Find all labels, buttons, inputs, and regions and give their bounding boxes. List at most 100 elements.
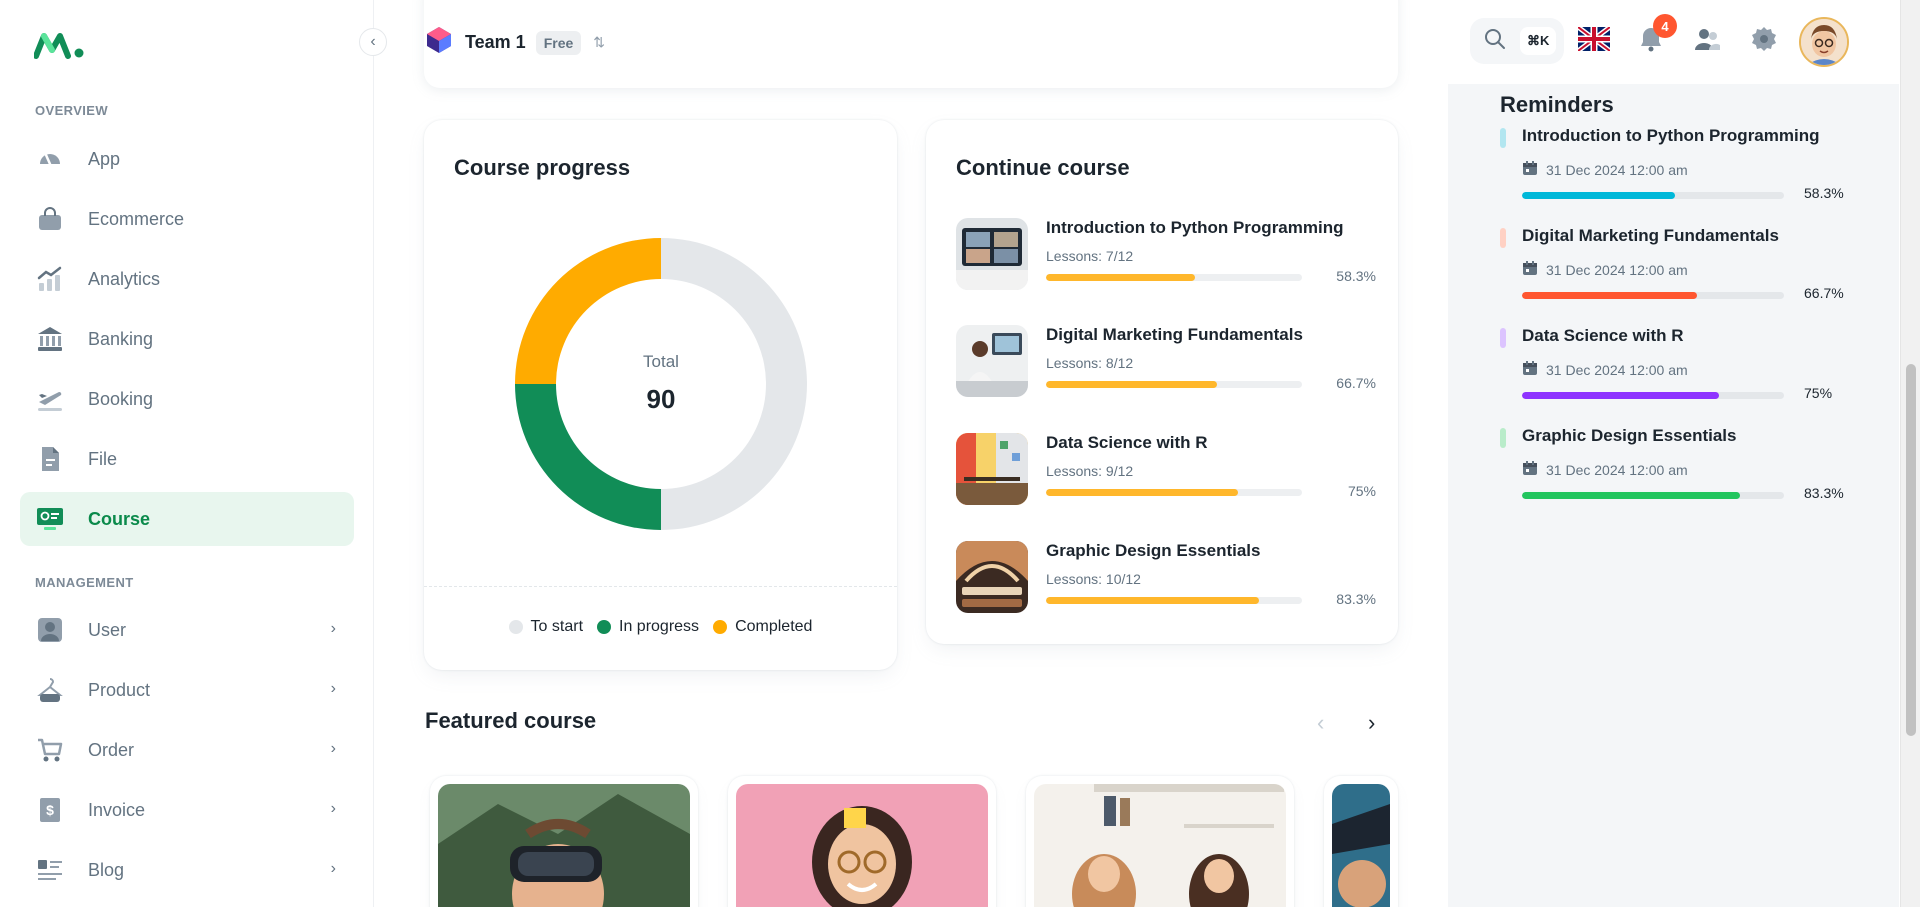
nav-item-booking[interactable]: Booking [20, 372, 354, 426]
calendar-icon [1522, 360, 1538, 379]
chevron-left-icon: ‹ [1317, 710, 1325, 735]
reminder-date-text: 31 Dec 2024 12:00 am [1546, 361, 1688, 378]
course-progress-bar [1046, 597, 1302, 604]
nav-item-user[interactable]: User › [20, 603, 354, 657]
donut-center: Total 90 [561, 352, 761, 415]
page-scrollbar[interactable] [1900, 0, 1920, 907]
reminder-title: Graphic Design Essentials [1522, 426, 1737, 445]
reminder-date-text: 31 Dec 2024 12:00 am [1546, 161, 1688, 178]
featured-course-title: Featured course [425, 708, 597, 733]
calendar-icon [1522, 260, 1538, 279]
reminder-progress-bar [1522, 292, 1784, 299]
chevron-up-down-icon: ⇅ [593, 34, 606, 50]
reminder-item[interactable]: Introduction to Python Programming 31 Dec… [1500, 126, 1860, 216]
nav-item-invoice[interactable]: $ Invoice › [20, 783, 354, 837]
app-logo[interactable] [34, 30, 86, 60]
featured-course-image [736, 784, 988, 907]
featured-course-image [1332, 784, 1390, 907]
continue-course-title: Continue course [956, 155, 1130, 180]
course-list-item[interactable]: Digital Marketing Fundamentals Lessons: … [956, 325, 1376, 397]
legend-label: In progress [619, 618, 700, 635]
course-lessons: Lessons: 7/12 [1046, 248, 1134, 264]
chevron-right-icon: › [330, 860, 336, 877]
nav-label: Banking [88, 328, 154, 349]
reminders-panel: Reminders Introduction to Python Program… [1448, 84, 1899, 907]
reminder-item[interactable]: Graphic Design Essentials 31 Dec 2024 12:… [1500, 426, 1860, 516]
notification-count-badge: 4 [1653, 14, 1677, 38]
cart-icon [36, 736, 64, 764]
nav-item-analytics[interactable]: Analytics [20, 252, 354, 306]
nav-label: File [88, 448, 118, 469]
airplane-icon [36, 385, 64, 413]
invoice-icon: $ [36, 796, 64, 824]
course-lessons: Lessons: 9/12 [1046, 463, 1134, 479]
overview-subheader: OVERVIEW [35, 103, 109, 118]
reminder-date: 31 Dec 2024 12:00 am [1522, 160, 1688, 179]
legend-item-to-start: To start [508, 618, 583, 636]
reminder-color-mark [1500, 428, 1506, 448]
legend-dot [508, 620, 523, 634]
nav-label: Ecommerce [88, 208, 185, 229]
nav-label: Blog [88, 859, 125, 880]
uk-flag-icon [1576, 24, 1612, 56]
settings-button[interactable] [1747, 24, 1781, 58]
reminder-title: Digital Marketing Fundamentals [1522, 226, 1779, 245]
reminder-date: 31 Dec 2024 12:00 am [1522, 360, 1688, 379]
nav-item-order[interactable]: Order › [20, 723, 354, 777]
course-title: Data Science with R [1046, 433, 1208, 452]
course-list-item[interactable]: Graphic Design Essentials Lessons: 10/12… [956, 541, 1376, 613]
reminder-progress-fill [1522, 492, 1741, 499]
featured-course-card[interactable] [1324, 776, 1398, 907]
nav-item-course[interactable]: Course [20, 492, 354, 546]
featured-course-card[interactable] [728, 776, 996, 907]
dashboard-gauge-icon [36, 145, 64, 173]
nav-item-ecommerce[interactable]: Ecommerce [20, 192, 354, 246]
course-list-item[interactable]: Introduction to Python Programming Lesso… [956, 218, 1376, 290]
team-switcher[interactable]: Team 1 Free ⇅ [425, 26, 605, 59]
chevron-right-icon: › [330, 620, 336, 637]
search-icon [1484, 28, 1506, 55]
nav-item-file[interactable]: File [20, 432, 354, 486]
reminder-progress-percent: 58.3% [1804, 185, 1844, 201]
donut-total-label: Total [643, 352, 679, 371]
featured-course-card[interactable] [430, 776, 698, 907]
calendar-icon [1522, 160, 1538, 179]
featured-course-image [438, 784, 690, 907]
carousel-prev-button[interactable]: ‹ [1317, 710, 1324, 736]
contacts-icon [1693, 26, 1721, 57]
user-avatar[interactable] [1799, 17, 1849, 67]
reminder-item[interactable]: Digital Marketing Fundamentals 31 Dec 202… [1500, 226, 1860, 316]
reminder-progress-percent: 75% [1804, 385, 1833, 401]
language-button[interactable] [1576, 24, 1612, 58]
course-progress-bar [1046, 489, 1302, 496]
reminder-color-mark [1500, 228, 1506, 248]
reminder-date: 31 Dec 2024 12:00 am [1522, 460, 1688, 479]
legend-dot [597, 620, 612, 634]
reminder-color-mark [1500, 128, 1506, 148]
scrollbar-thumb[interactable] [1906, 364, 1916, 736]
course-list-item[interactable]: Data Science with R Lessons: 9/12 75% [956, 433, 1376, 505]
course-progress-title: Course progress [454, 155, 631, 180]
carousel-next-button[interactable]: › [1368, 710, 1375, 736]
contacts-button[interactable] [1690, 24, 1724, 58]
nav-item-product[interactable]: Product › [20, 663, 354, 717]
course-thumbnail [956, 541, 1028, 613]
nav-item-banking[interactable]: Banking [20, 312, 354, 366]
collapse-sidebar-button[interactable]: ‹ [359, 28, 387, 56]
search-button[interactable]: ⌘K [1470, 18, 1564, 64]
featured-course-image [1034, 784, 1286, 907]
nav-item-app[interactable]: App [20, 132, 354, 186]
gear-icon [1751, 26, 1777, 57]
sidebar: OVERVIEW App Ecommerce Analytics Banking… [0, 0, 374, 907]
reminder-date: 31 Dec 2024 12:00 am [1522, 260, 1688, 279]
nav-item-blog[interactable]: Blog › [20, 843, 354, 897]
chevron-right-icon: › [330, 800, 336, 817]
course-progress-percent: 83.3% [1336, 591, 1376, 607]
management-subheader: MANAGEMENT [35, 575, 134, 590]
legend-label: Completed [735, 618, 813, 635]
featured-course-card[interactable] [1026, 776, 1294, 907]
svg-text:$: $ [46, 802, 54, 818]
reminder-progress-bar [1522, 392, 1784, 399]
reminder-item[interactable]: Data Science with R 31 Dec 2024 12:00 am 7… [1500, 326, 1860, 416]
reminder-progress-fill [1522, 192, 1675, 199]
